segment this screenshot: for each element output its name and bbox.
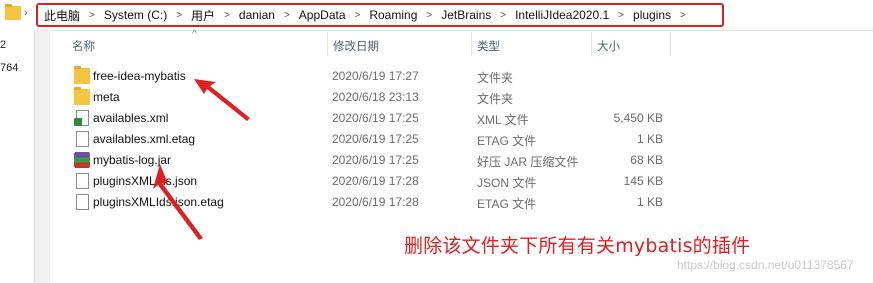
watermark: https://blog.csdn.net/u011378567 (677, 258, 854, 272)
annotation-text: 删除该文件夹下所有有关mybatis的插件 (404, 235, 751, 257)
annotation-arrow (153, 164, 203, 240)
annotation-arrow (194, 79, 250, 121)
